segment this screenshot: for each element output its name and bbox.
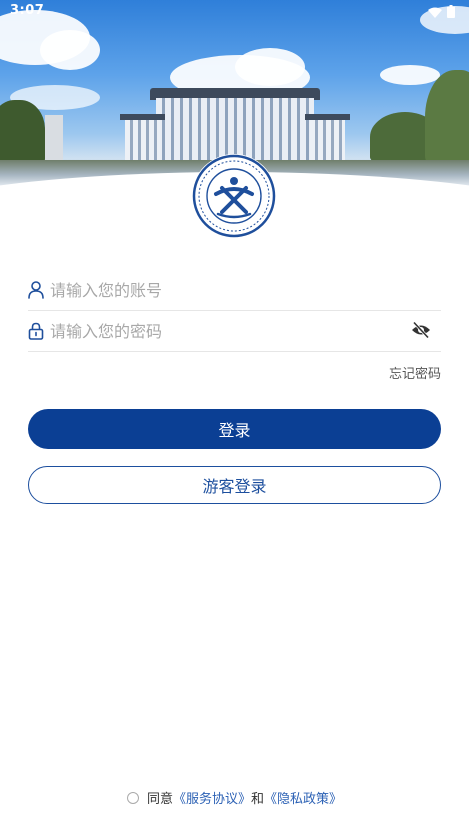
university-logo [192, 154, 276, 238]
agreement-radio[interactable] [126, 792, 139, 804]
privacy-policy-link[interactable]: 《隐私政策》 [264, 792, 342, 807]
wifi-icon [428, 3, 442, 22]
login-button[interactable]: 登录 [28, 409, 441, 449]
user-icon [28, 281, 44, 299]
password-field [28, 311, 441, 352]
account-field [28, 270, 441, 311]
battery-icon [447, 3, 455, 22]
status-time: 3:07 [10, 3, 45, 18]
forgot-password-link[interactable]: 忘记密码 [389, 363, 441, 382]
agreement-prefix: 同意 [146, 792, 173, 807]
agreement-conjunction: 和 [251, 792, 265, 807]
password-input[interactable] [50, 321, 390, 341]
eye-off-icon[interactable] [411, 321, 431, 343]
lock-icon [28, 322, 44, 340]
status-icons [428, 3, 455, 22]
service-agreement-link[interactable]: 《服务协议》 [173, 792, 251, 807]
guest-login-button[interactable]: 游客登录 [28, 466, 441, 504]
account-input[interactable] [50, 280, 390, 300]
agreement-row: 同意《服务协议》和《隐私政策》 [0, 788, 469, 807]
